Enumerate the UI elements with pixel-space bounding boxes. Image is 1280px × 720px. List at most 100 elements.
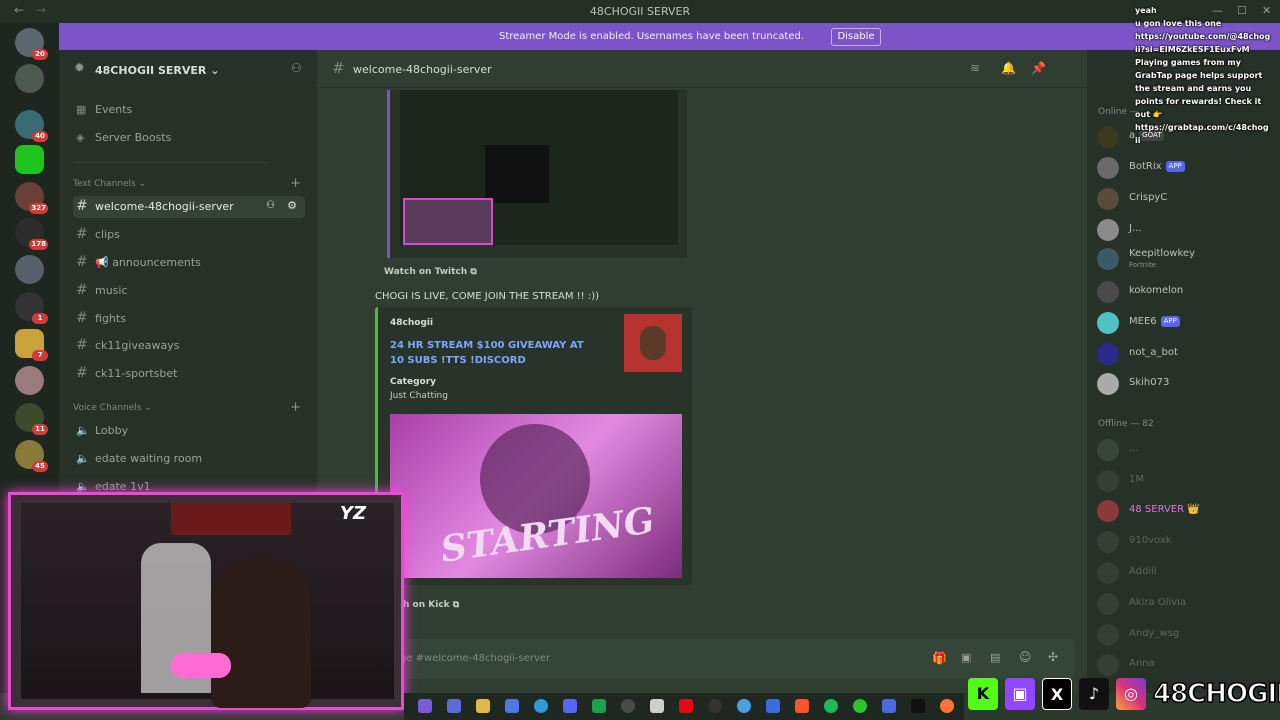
server-icon[interactable]: 178 [15, 218, 48, 250]
firefox-icon[interactable] [940, 699, 954, 713]
channel-ck11giveaways[interactable]: # ck11giveaways [73, 335, 305, 357]
channel-announcements[interactable]: # 📢 announcements [73, 252, 305, 274]
channel-ck11-sportsbet[interactable]: # ck11-sportsbet [73, 363, 305, 385]
netflix-icon[interactable] [679, 699, 693, 713]
server-header[interactable]: ✹ 48CHOGII SERVER ⌄ ⚇ [59, 50, 317, 88]
server-icon[interactable] [15, 255, 44, 284]
voice-channels-category[interactable]: Voice Channels ⌄ [73, 403, 152, 413]
streamer [211, 558, 311, 708]
app-icon[interactable] [650, 699, 664, 713]
member-item[interactable]: MEE6 APP [1097, 310, 1277, 338]
kick-server-icon[interactable] [15, 145, 44, 174]
app-icon[interactable] [621, 699, 635, 713]
member-item[interactable]: not_a_bot [1097, 341, 1277, 369]
server-icon[interactable]: 11 [15, 403, 48, 435]
obs-icon[interactable] [708, 699, 722, 713]
embed-title-link[interactable]: 24 HR STREAM $100 GIVEAWAY AT 10 SUBS !T… [390, 338, 600, 368]
voice-channel-lobby[interactable]: 🔈 Lobby [73, 420, 305, 442]
member-item[interactable]: Addiii [1097, 560, 1277, 588]
sticker-icon[interactable]: ▤ [990, 651, 1000, 664]
tiktok-icon[interactable] [911, 699, 925, 713]
channel-welcome[interactable]: # welcome-48chogii-server ⚇ ⚙ [73, 196, 305, 218]
member-item[interactable]: ... [1097, 437, 1277, 465]
folder-icon[interactable] [476, 699, 490, 713]
spotify-icon[interactable] [824, 699, 838, 713]
app-icon[interactable] [592, 699, 606, 713]
server-icon[interactable] [15, 64, 44, 93]
stream-preview-embed[interactable] [387, 90, 687, 258]
app-icon[interactable] [853, 699, 867, 713]
member-item[interactable]: 910voxk [1097, 529, 1277, 557]
member-item[interactable]: Andy_wsg [1097, 622, 1277, 650]
member-item[interactable]: J... [1097, 217, 1277, 245]
channel-label: ck11giveaways [95, 339, 180, 352]
apps-icon[interactable]: ✣ [1048, 650, 1058, 664]
discord-icon[interactable] [563, 699, 577, 713]
edge-icon[interactable] [534, 699, 548, 713]
member-item[interactable]: Akira Olivia [1097, 591, 1277, 619]
app-icon[interactable] [505, 699, 519, 713]
app-icon[interactable] [447, 699, 461, 713]
chat-line: GrabTap page helps support [1135, 71, 1263, 80]
member-item[interactable]: Skih073 [1097, 371, 1277, 399]
gif-icon[interactable]: ▣ [961, 651, 971, 664]
invite-people-icon[interactable]: ⚇ [291, 61, 302, 75]
channel-fights[interactable]: # fights [73, 308, 305, 330]
threads-icon[interactable]: ≋ [970, 61, 980, 75]
watch-on-kick-link[interactable]: h on Kick ⧉ [403, 600, 459, 610]
member-item[interactable]: Keepitlowkey Fortnite [1097, 246, 1277, 274]
voice-channel-edate-waiting[interactable]: 🔈 edate waiting room [73, 448, 305, 470]
events-item[interactable]: ▦ Events [73, 99, 305, 121]
calendar-icon: ▦ [76, 103, 87, 116]
chat-line: https://grabtap.com/c/48chog [1135, 123, 1269, 132]
member-item[interactable]: 48 SERVER 👑 [1097, 498, 1277, 526]
server-icon[interactable]: 1 [15, 292, 48, 324]
member-item[interactable]: 1M [1097, 468, 1277, 496]
channel-clips[interactable]: # clips [73, 224, 305, 246]
bell-icon[interactable]: 🔔 [1001, 61, 1016, 75]
avatar [1097, 500, 1119, 522]
server-icon[interactable] [15, 366, 44, 395]
streamer-mode-banner: Streamer Mode is enabled. Usernames have… [59, 23, 1280, 50]
embed-author[interactable]: 48chogii [390, 318, 433, 328]
message-input[interactable]: ge #welcome-48chogii-server 🎁 ▣ ▤ ☺ ✣ [387, 639, 1075, 679]
disable-button[interactable]: Disable [831, 28, 881, 46]
brave-icon[interactable] [795, 699, 809, 713]
pin-icon[interactable]: 📌 [1031, 61, 1046, 75]
add-text-channel-icon[interactable]: + [290, 176, 301, 191]
avatar [1097, 248, 1119, 270]
webcam-feed [21, 503, 394, 708]
gift-icon[interactable]: 🎁 [932, 651, 947, 665]
server-icon[interactable]: 7 [15, 329, 48, 361]
member-item[interactable]: kokomelon [1097, 279, 1277, 307]
channel-label: clips [95, 228, 120, 241]
channel-label: Lobby [95, 424, 129, 437]
member-item[interactable]: BotRix APP [1097, 155, 1277, 183]
channel-music[interactable]: # music [73, 280, 305, 302]
add-voice-channel-icon[interactable]: + [290, 400, 301, 415]
hash-icon: # [76, 310, 88, 326]
app-icon[interactable] [418, 699, 432, 713]
chat-line: points for rewards! Check it [1135, 97, 1262, 106]
watch-on-twitch-link[interactable]: Watch on Twitch ⧉ [384, 267, 477, 277]
emoji-icon[interactable]: ☺ [1019, 650, 1032, 664]
server-boosts-item[interactable]: ◈ Server Boosts [73, 127, 305, 149]
server-icon[interactable]: 40 [15, 110, 48, 142]
starting-image[interactable]: STARTING [390, 414, 682, 578]
text-channels-category[interactable]: Text Channels ⌄ [73, 179, 146, 189]
avatar [1097, 157, 1119, 179]
gear-icon[interactable]: ⚙ [287, 199, 297, 212]
offline-header: Offline — 82 [1098, 419, 1154, 429]
server-icon[interactable]: 45 [15, 440, 48, 472]
chrome-icon[interactable] [737, 699, 751, 713]
app-icon[interactable] [766, 699, 780, 713]
invite-icon[interactable]: ⚇ [266, 200, 275, 211]
channel-label: edate waiting room [95, 452, 203, 465]
member-item[interactable]: CrispyC [1097, 186, 1277, 214]
app-icon[interactable] [882, 699, 896, 713]
socials-overlay: K ▣ X ♪ ◎ 48CHOGII [968, 676, 1280, 714]
speaker-icon: 🔈 [76, 424, 90, 437]
server-icon[interactable]: 20 [15, 28, 48, 60]
server-icon[interactable]: 327 [15, 182, 48, 214]
chat-line: ii [1135, 136, 1141, 145]
